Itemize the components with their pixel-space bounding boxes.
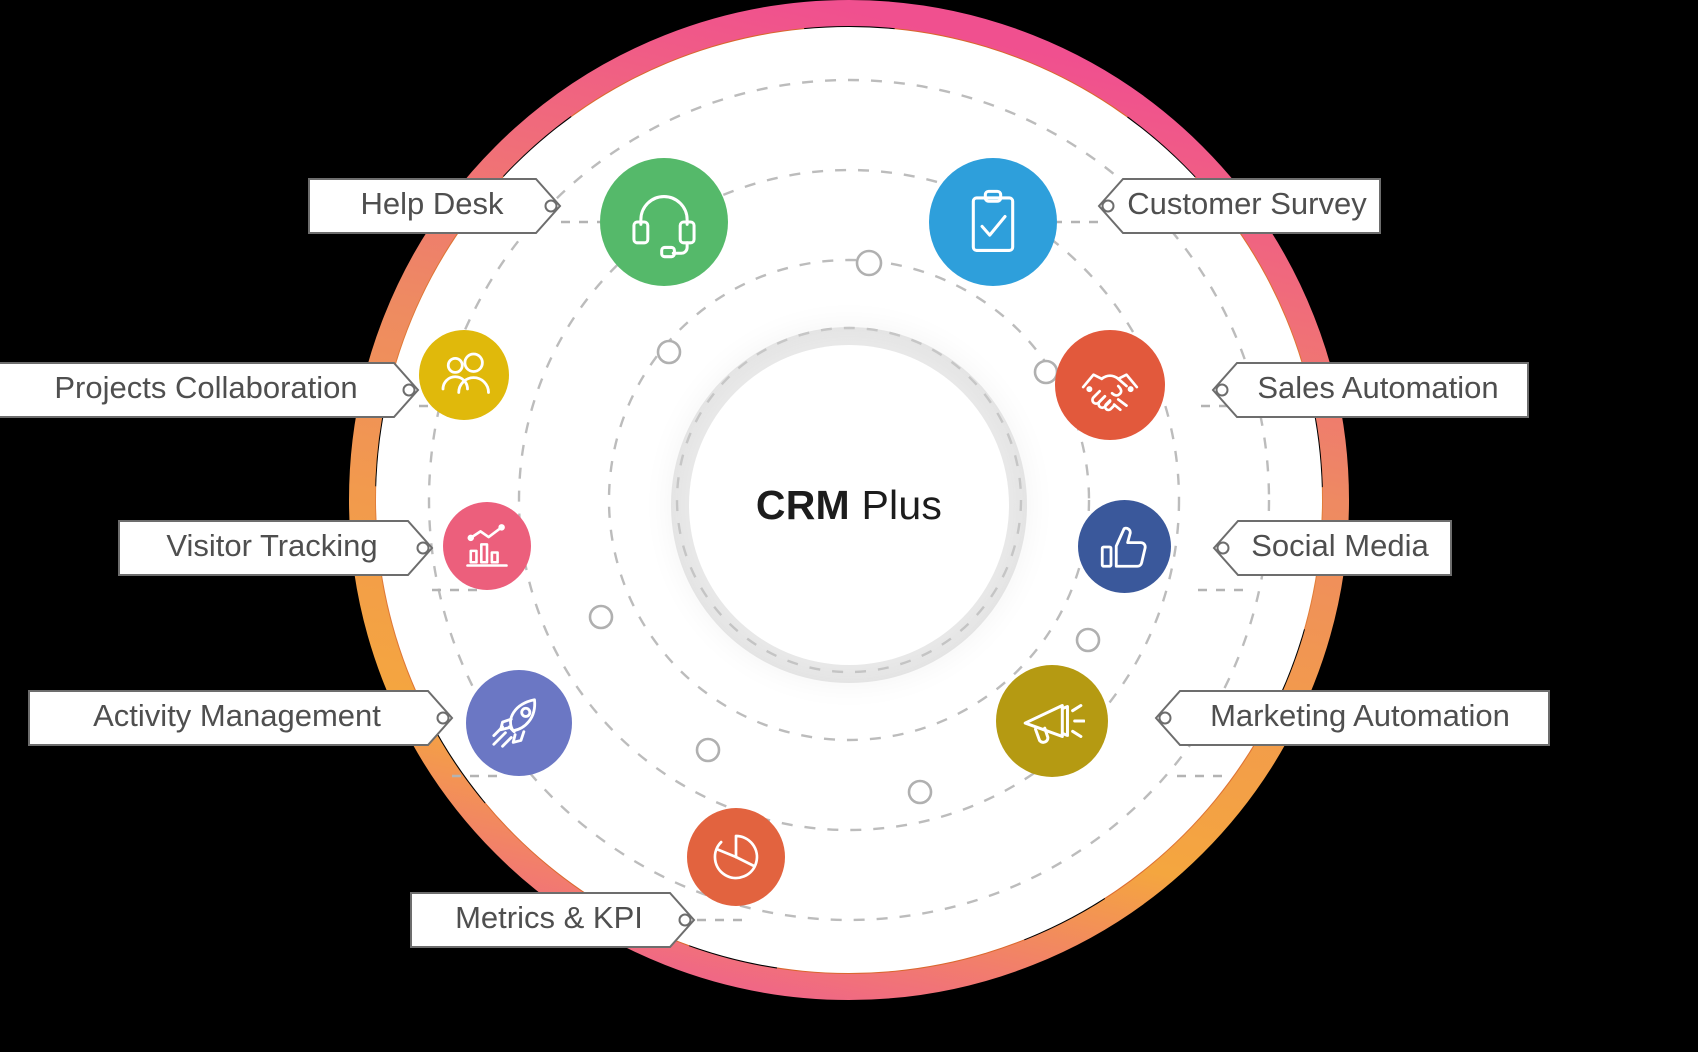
center-title-bold: CRM <box>755 481 850 528</box>
chip-label: Visitor Tracking <box>166 528 378 563</box>
chip-label: Metrics & KPI <box>455 900 643 935</box>
node-projects-collaboration[interactable] <box>419 330 509 420</box>
chip-marketing-automation[interactable]: Marketing Automation <box>1150 690 1550 746</box>
node-activity-management[interactable] <box>466 670 572 776</box>
chip-help-desk[interactable]: Help Desk <box>308 178 566 234</box>
pie-chart-icon <box>713 834 759 880</box>
chip-label: Activity Management <box>93 698 381 733</box>
center-hub-label: CRM Plus <box>756 482 942 529</box>
diagram-canvas: CRM Plus Help Desk Customer Survey Proje… <box>0 0 1698 1052</box>
node-social-media[interactable] <box>1078 500 1171 593</box>
chip-social-media[interactable]: Social Media <box>1208 520 1452 576</box>
headset-icon <box>632 195 696 259</box>
chip-metrics-kpi[interactable]: Metrics & KPI <box>410 892 700 948</box>
chip-activity-management[interactable]: Activity Management <box>28 690 458 746</box>
node-visitor-tracking[interactable] <box>443 502 531 590</box>
chip-customer-survey[interactable]: Customer Survey <box>1093 178 1381 234</box>
chip-label: Projects Collaboration <box>54 370 358 405</box>
chip-projects-collaboration[interactable]: Projects Collaboration <box>0 362 424 418</box>
rocket-icon <box>492 698 537 748</box>
clipboard-check-icon <box>971 189 1015 252</box>
chip-label: Social Media <box>1251 528 1429 563</box>
node-sales-automation[interactable] <box>1055 330 1165 440</box>
chip-sales-automation[interactable]: Sales Automation <box>1207 362 1529 418</box>
node-help-desk[interactable] <box>600 158 728 286</box>
chip-label: Customer Survey <box>1127 186 1367 221</box>
node-metrics-kpi[interactable] <box>687 808 785 906</box>
chip-label: Marketing Automation <box>1210 698 1510 733</box>
center-hub: CRM Plus <box>689 345 1009 665</box>
megaphone-icon <box>1023 704 1085 744</box>
center-title-light: Plus <box>861 481 943 528</box>
node-marketing-automation[interactable] <box>996 665 1108 777</box>
thumbs-up-icon <box>1100 526 1147 568</box>
people-group-icon <box>441 352 490 394</box>
node-customer-survey[interactable] <box>929 158 1057 286</box>
chip-label: Help Desk <box>360 186 504 221</box>
chip-visitor-tracking[interactable]: Visitor Tracking <box>118 520 438 576</box>
handshake-icon <box>1081 373 1139 412</box>
bar-chart-trend-icon <box>466 524 508 567</box>
chip-label: Sales Automation <box>1257 370 1499 405</box>
